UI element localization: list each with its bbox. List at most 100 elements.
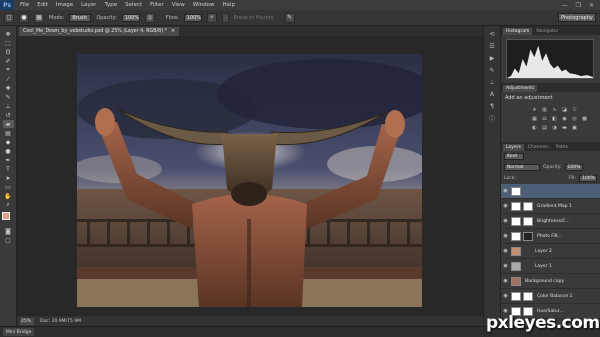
menu-view[interactable]: View	[172, 2, 185, 8]
exposure-icon[interactable]: ◪	[561, 106, 568, 113]
pressure-size-icon[interactable]: ✎	[284, 12, 295, 23]
tab-layers[interactable]: Layers	[503, 144, 524, 151]
invert-icon[interactable]: ◐	[531, 124, 538, 131]
screen-mode-icon[interactable]: ▢	[3, 236, 14, 244]
history-panel-icon[interactable]: ⟲	[487, 30, 497, 39]
selective-color-icon[interactable]: ▣	[571, 124, 578, 131]
layer-row[interactable]: ◉ Layer 2	[501, 244, 600, 259]
curves-icon[interactable]: ∿	[551, 106, 558, 113]
artwork-image[interactable]	[77, 54, 422, 307]
tab-navigator[interactable]: Navigator	[533, 28, 561, 35]
menu-filter[interactable]: Filter	[150, 2, 164, 8]
menu-help[interactable]: Help	[222, 2, 235, 8]
menu-type[interactable]: Type	[104, 2, 117, 8]
flow-field[interactable]: 100%	[183, 13, 202, 22]
vibrance-icon[interactable]: ▽	[571, 106, 578, 113]
visibility-eye-icon[interactable]: ◉	[501, 188, 510, 194]
color-swatches[interactable]	[2, 212, 14, 224]
dodge-tool-icon[interactable]: ●	[3, 147, 14, 155]
eraser-tool-icon[interactable]: ▰	[2, 120, 14, 128]
brush-size-icon[interactable]: ●	[19, 12, 29, 23]
fill-field[interactable]: 100%	[579, 175, 597, 182]
levels-icon[interactable]: ▥	[541, 106, 548, 113]
layer-opacity-field[interactable]: 100%	[564, 164, 583, 171]
visibility-eye-icon[interactable]: ◉	[501, 293, 510, 299]
tab-paths[interactable]: Paths	[553, 144, 571, 151]
actions-panel-icon[interactable]: ▶	[487, 54, 497, 63]
brush-tool-icon[interactable]: ✎	[3, 93, 14, 101]
black-white-icon[interactable]: ◧	[551, 115, 558, 122]
minimize-button[interactable]: —	[562, 2, 568, 9]
layer-row[interactable]: ◉ Layer 1	[501, 259, 600, 274]
quick-mask-icon[interactable]: ◙	[3, 227, 14, 235]
clone-stamp-tool-icon[interactable]: ⊥	[3, 102, 14, 110]
quick-select-tool-icon[interactable]: ✐	[3, 57, 14, 65]
lasso-tool-icon[interactable]: ʘ	[3, 48, 14, 56]
document-info[interactable]: Doc: 20.9M/75.9M	[40, 319, 81, 324]
document-tab-close-icon[interactable]: ×	[171, 29, 175, 34]
properties-panel-icon[interactable]: ☰	[487, 42, 497, 51]
visibility-eye-icon[interactable]: ◉	[501, 233, 510, 239]
type-tool-icon[interactable]: T	[3, 165, 14, 173]
eyedropper-tool-icon[interactable]: ⁄	[3, 75, 14, 83]
shape-tool-icon[interactable]: ▭	[3, 183, 14, 191]
visibility-eye-icon[interactable]: ◉	[501, 248, 510, 254]
menu-file[interactable]: File	[20, 2, 29, 8]
brightness-icon[interactable]: ☀	[531, 106, 538, 113]
canvas-area[interactable]	[17, 36, 483, 316]
layer-row[interactable]: ◉ Gradient Map 1	[501, 199, 600, 214]
layer-row-top[interactable]: ◉	[501, 184, 600, 199]
clone-source-icon[interactable]: ⊥	[487, 78, 497, 87]
menu-layer[interactable]: Layer	[81, 2, 96, 8]
hue-saturation-icon[interactable]: ▦	[531, 115, 538, 122]
zoom-tool-icon[interactable]: ⌕	[3, 201, 14, 209]
visibility-eye-icon[interactable]: ◉	[501, 203, 510, 209]
history-brush-tool-icon[interactable]: ↺	[3, 111, 14, 119]
layer-row[interactable]: ◉ Photo Filt...	[501, 229, 600, 244]
blend-mode-select[interactable]: Normal	[504, 164, 540, 171]
visibility-eye-icon[interactable]: ◉	[501, 263, 510, 269]
menu-window[interactable]: Window	[193, 2, 215, 8]
photo-filter-icon[interactable]: ◉	[561, 115, 568, 122]
menu-select[interactable]: Select	[125, 2, 142, 8]
marquee-tool-icon[interactable]: ⬚	[3, 39, 14, 47]
opacity-field[interactable]: 100%	[121, 13, 140, 22]
layer-kind-filter[interactable]: Kind	[504, 153, 524, 160]
blur-tool-icon[interactable]: ◆	[3, 138, 14, 146]
color-lookup-icon[interactable]: ▩	[581, 115, 588, 122]
visibility-eye-icon[interactable]: ◉	[501, 278, 510, 284]
channel-mixer-icon[interactable]: ◎	[571, 115, 578, 122]
posterize-icon[interactable]: ▤	[541, 124, 548, 131]
zoom-level-field[interactable]: 25%	[20, 317, 34, 325]
close-button[interactable]: ✕	[589, 2, 594, 9]
airbrush-icon[interactable]: ✧	[206, 12, 217, 23]
erase-history-checkbox[interactable]	[221, 12, 229, 23]
layer-row[interactable]: ◉ Brightness/C...	[501, 214, 600, 229]
foreground-color-swatch[interactable]	[2, 212, 10, 220]
menu-edit[interactable]: Edit	[37, 2, 48, 8]
healing-brush-tool-icon[interactable]: ✚	[3, 84, 14, 92]
layer-row[interactable]: ◉ Background copy	[501, 274, 600, 289]
layer-row[interactable]: ◉ Color Balance 1	[501, 289, 600, 304]
character-panel-icon[interactable]: A	[487, 90, 497, 99]
threshold-icon[interactable]: ◑	[551, 124, 558, 131]
pen-tool-icon[interactable]: ✒	[3, 156, 14, 164]
document-tab[interactable]: Cool_Me_Down_by_vebstudio.psd @ 25% (Lay…	[19, 27, 180, 36]
path-select-tool-icon[interactable]: ➤	[3, 174, 14, 182]
tab-histogram[interactable]: Histogram	[503, 28, 533, 35]
paragraph-panel-icon[interactable]: ¶	[487, 102, 497, 111]
tab-channels[interactable]: Channels	[525, 144, 552, 151]
mini-bridge-tab[interactable]: Mini Bridge	[3, 328, 35, 336]
mode-select[interactable]: Brush	[69, 13, 92, 22]
info-panel-icon[interactable]: ⓘ	[487, 114, 497, 123]
visibility-eye-icon[interactable]: ◉	[501, 218, 510, 224]
menu-image[interactable]: Image	[56, 2, 73, 8]
tab-adjustments[interactable]: Adjustments	[503, 85, 538, 92]
brush-panel-icon[interactable]: ▦	[34, 12, 44, 23]
eraser-tool-preset-icon[interactable]: ◻	[4, 12, 14, 23]
gradient-map-icon[interactable]: ▬	[561, 124, 568, 131]
maximize-button[interactable]: ❐	[576, 2, 581, 9]
brush-presets-icon[interactable]: ✎	[487, 66, 497, 75]
move-tool-icon[interactable]: ✥	[3, 30, 14, 38]
workspace-select[interactable]: Photography	[558, 13, 596, 22]
